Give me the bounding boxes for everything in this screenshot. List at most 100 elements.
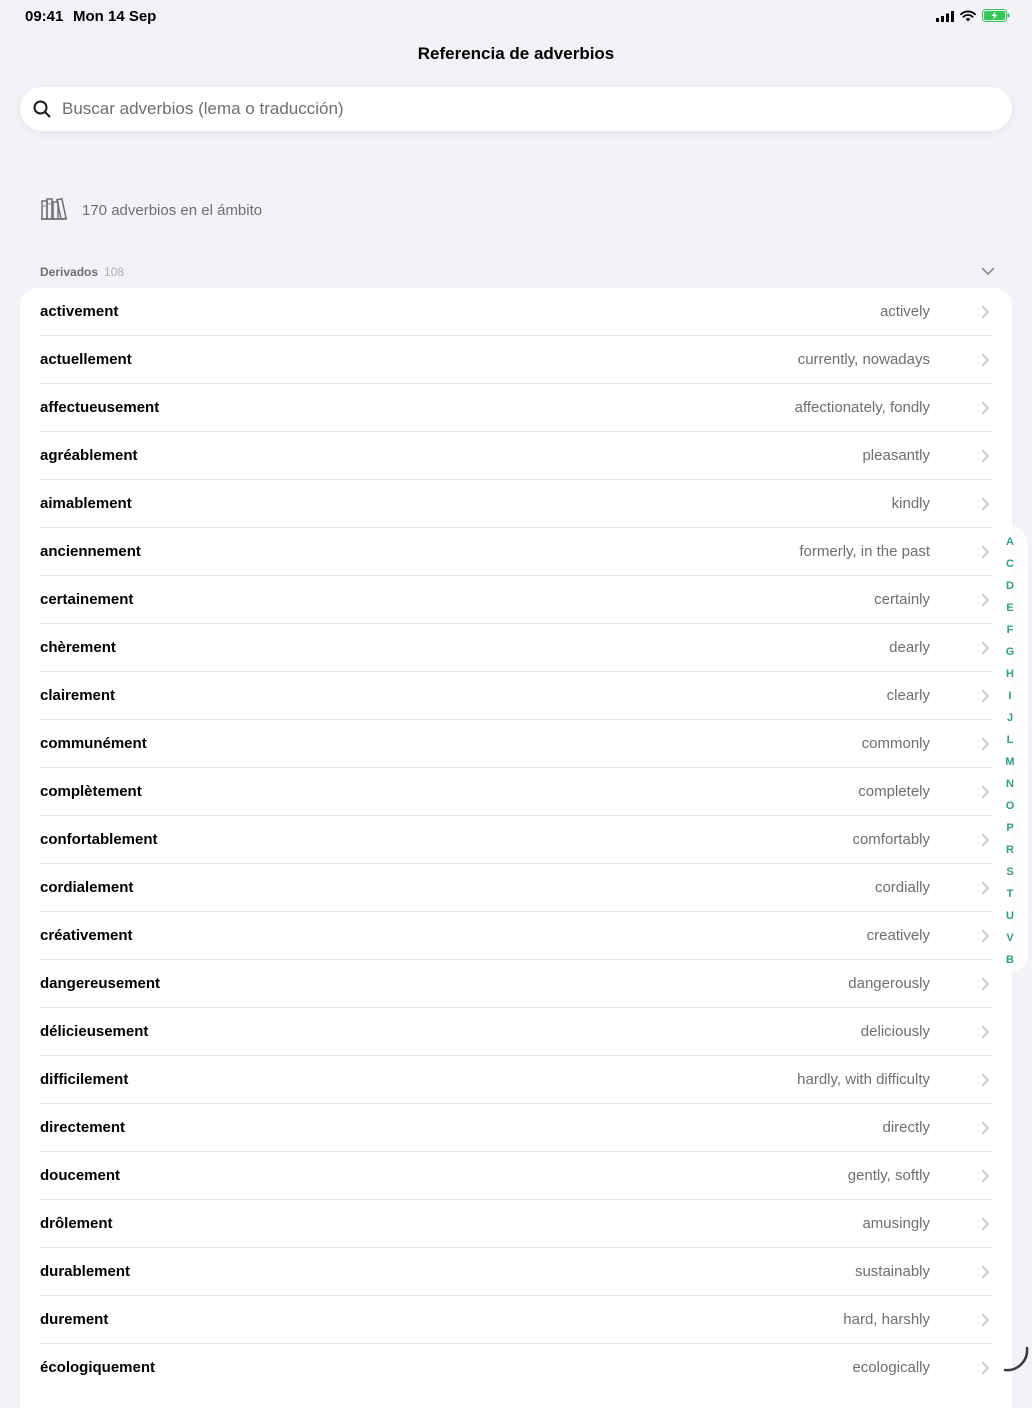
item-translation: directly [882,1119,930,1136]
list-item[interactable]: délicieusement deliciously [20,1008,1012,1056]
item-translation: actively [879,303,930,320]
list-item[interactable]: cordialement cordially [20,864,1012,912]
item-lemma: durement [40,1311,109,1328]
index-letter-t[interactable]: T [1007,884,1014,906]
list-item[interactable]: agréablement pleasantly [20,432,1012,480]
list-item[interactable]: durablement sustainably [20,1248,1012,1296]
list-item[interactable]: certainement certainly [20,576,1012,624]
chevron-right-icon [981,305,990,324]
index-letter-a[interactable]: A [1006,532,1014,554]
item-translation: formerly, in the past [799,543,930,560]
list-item[interactable]: activement actively [20,288,1012,336]
list-item[interactable]: communément commonly [20,720,1012,768]
wifi-icon [960,9,976,27]
list-item[interactable]: affectueusement affectionately, fondly [20,384,1012,432]
list-item[interactable]: clairement clearly [20,672,1012,720]
status-icons [936,9,1010,27]
index-letter-r[interactable]: R [1006,840,1014,862]
index-letter-d[interactable]: D [1006,576,1014,598]
index-letter-e[interactable]: E [1006,598,1013,620]
cellular-signal-icon [936,9,954,27]
item-lemma: certainement [40,591,134,608]
index-letter-m[interactable]: M [1005,752,1014,774]
chevron-right-icon [981,881,990,900]
item-lemma: complètement [40,783,142,800]
list-item[interactable]: écologiquement ecologically [20,1344,1012,1392]
item-lemma: clairement [40,687,116,704]
list-item[interactable]: directement directly [20,1104,1012,1152]
index-letter-c[interactable]: C [1006,554,1014,576]
index-letter-n[interactable]: N [1006,774,1014,796]
list-item[interactable]: créativement creatively [20,912,1012,960]
index-letter-j[interactable]: J [1007,708,1013,730]
status-bar: 09:41 Mon 14 Sep [0,0,1032,32]
item-translation: ecologically [852,1359,930,1376]
list-item[interactable]: actuellement currently, nowadays [20,336,1012,384]
item-translation: certainly [874,591,930,608]
item-translation: creatively [866,927,930,944]
list-item[interactable]: complètement completely [20,768,1012,816]
item-translation: completely [858,783,930,800]
item-translation: comfortably [852,831,930,848]
item-translation: affectionately, fondly [794,399,930,416]
list-item[interactable]: difficilement hardly, with difficulty [20,1056,1012,1104]
list-item[interactable]: chèrement dearly [20,624,1012,672]
chevron-right-icon [981,641,990,660]
chevron-right-icon [981,401,990,420]
list-item[interactable]: dangereusement dangerously [20,960,1012,1008]
chevron-right-icon [981,449,990,468]
list-item[interactable]: aimablement kindly [20,480,1012,528]
chevron-right-icon [981,689,990,708]
books-icon [40,196,68,225]
item-lemma: confortablement [40,831,158,848]
chevron-right-icon [981,977,990,996]
item-lemma: activement [40,303,119,320]
index-letter-s[interactable]: S [1006,862,1013,884]
chevron-right-icon [981,929,990,948]
item-translation: sustainably [854,1263,930,1280]
item-lemma: difficilement [40,1071,129,1088]
item-translation: clearly [886,687,930,704]
chevron-down-icon[interactable] [981,263,995,281]
item-lemma: délicieusement [40,1023,149,1040]
list-item[interactable]: doucement gently, softly [20,1152,1012,1200]
item-translation: cordially [874,879,930,896]
index-letter-l[interactable]: L [1007,730,1014,752]
index-letter-h[interactable]: H [1006,664,1014,686]
chevron-right-icon [981,1121,990,1140]
item-lemma: écologiquement [40,1359,156,1376]
index-letter-g[interactable]: G [1006,642,1015,664]
item-lemma: dangereusement [40,975,161,992]
list-item[interactable]: anciennement formerly, in the past [20,528,1012,576]
adverb-list: activement actively actuellement currently… [20,288,1012,1408]
chevron-right-icon [981,1217,990,1236]
item-lemma: affectueusement [40,399,160,416]
item-translation: amusingly [862,1215,930,1232]
index-letter-b[interactable]: B [1006,950,1014,972]
list-item[interactable]: drôlement amusingly [20,1200,1012,1248]
index-letter-v[interactable]: V [1006,928,1013,950]
chevron-right-icon [981,737,990,756]
search-bar[interactable] [20,87,1012,131]
item-lemma: aimablement [40,495,132,512]
list-item[interactable]: durement hard, harshly [20,1296,1012,1344]
index-letter-i[interactable]: I [1008,686,1011,708]
index-letter-f[interactable]: F [1007,620,1014,642]
item-translation: kindly [891,495,930,512]
chevron-right-icon [981,545,990,564]
item-lemma: communément [40,735,147,752]
list-item[interactable]: confortablement comfortably [20,816,1012,864]
section-header-derivados[interactable]: Derivados 108 [40,263,995,279]
search-input[interactable] [60,98,964,120]
index-letter-o[interactable]: O [1006,796,1015,818]
item-translation: commonly [861,735,930,752]
item-lemma: durablement [40,1263,131,1280]
alphabet-index[interactable]: A C D E F G H I J L M N O P R S T U V B [992,526,1028,972]
index-letter-u[interactable]: U [1006,906,1014,928]
item-lemma: chèrement [40,639,116,656]
item-translation: hardly, with difficulty [797,1071,930,1088]
chevron-right-icon [981,1361,990,1380]
item-translation: hard, harshly [843,1311,930,1328]
chevron-right-icon [981,1025,990,1044]
index-letter-p[interactable]: P [1006,818,1013,840]
